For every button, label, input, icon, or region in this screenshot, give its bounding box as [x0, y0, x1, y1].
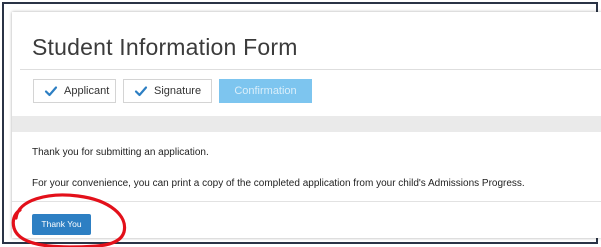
step-label: Signature: [154, 85, 202, 97]
check-icon: [44, 86, 58, 97]
header-divider: [20, 69, 601, 70]
step-applicant[interactable]: Applicant: [33, 79, 116, 103]
step-confirmation[interactable]: Confirmation: [219, 79, 312, 103]
section-separator: [12, 116, 601, 132]
form-panel: Student Information Form Applicant Signa…: [12, 12, 601, 238]
form-header: Student Information Form Applicant Signa…: [12, 12, 601, 116]
screenshot-frame: Student Information Form Applicant Signa…: [0, 0, 601, 247]
page-title: Student Information Form: [32, 34, 298, 60]
step-label: Confirmation: [234, 85, 297, 97]
thank-you-button[interactable]: Thank You: [32, 214, 91, 235]
confirmation-message: Thank you for submitting an application.: [32, 147, 209, 158]
footer-divider: [12, 201, 601, 202]
check-icon: [134, 86, 148, 97]
print-instructions: For your convenience, you can print a co…: [32, 178, 525, 189]
step-label: Applicant: [64, 85, 110, 97]
step-signature[interactable]: Signature: [123, 79, 212, 103]
